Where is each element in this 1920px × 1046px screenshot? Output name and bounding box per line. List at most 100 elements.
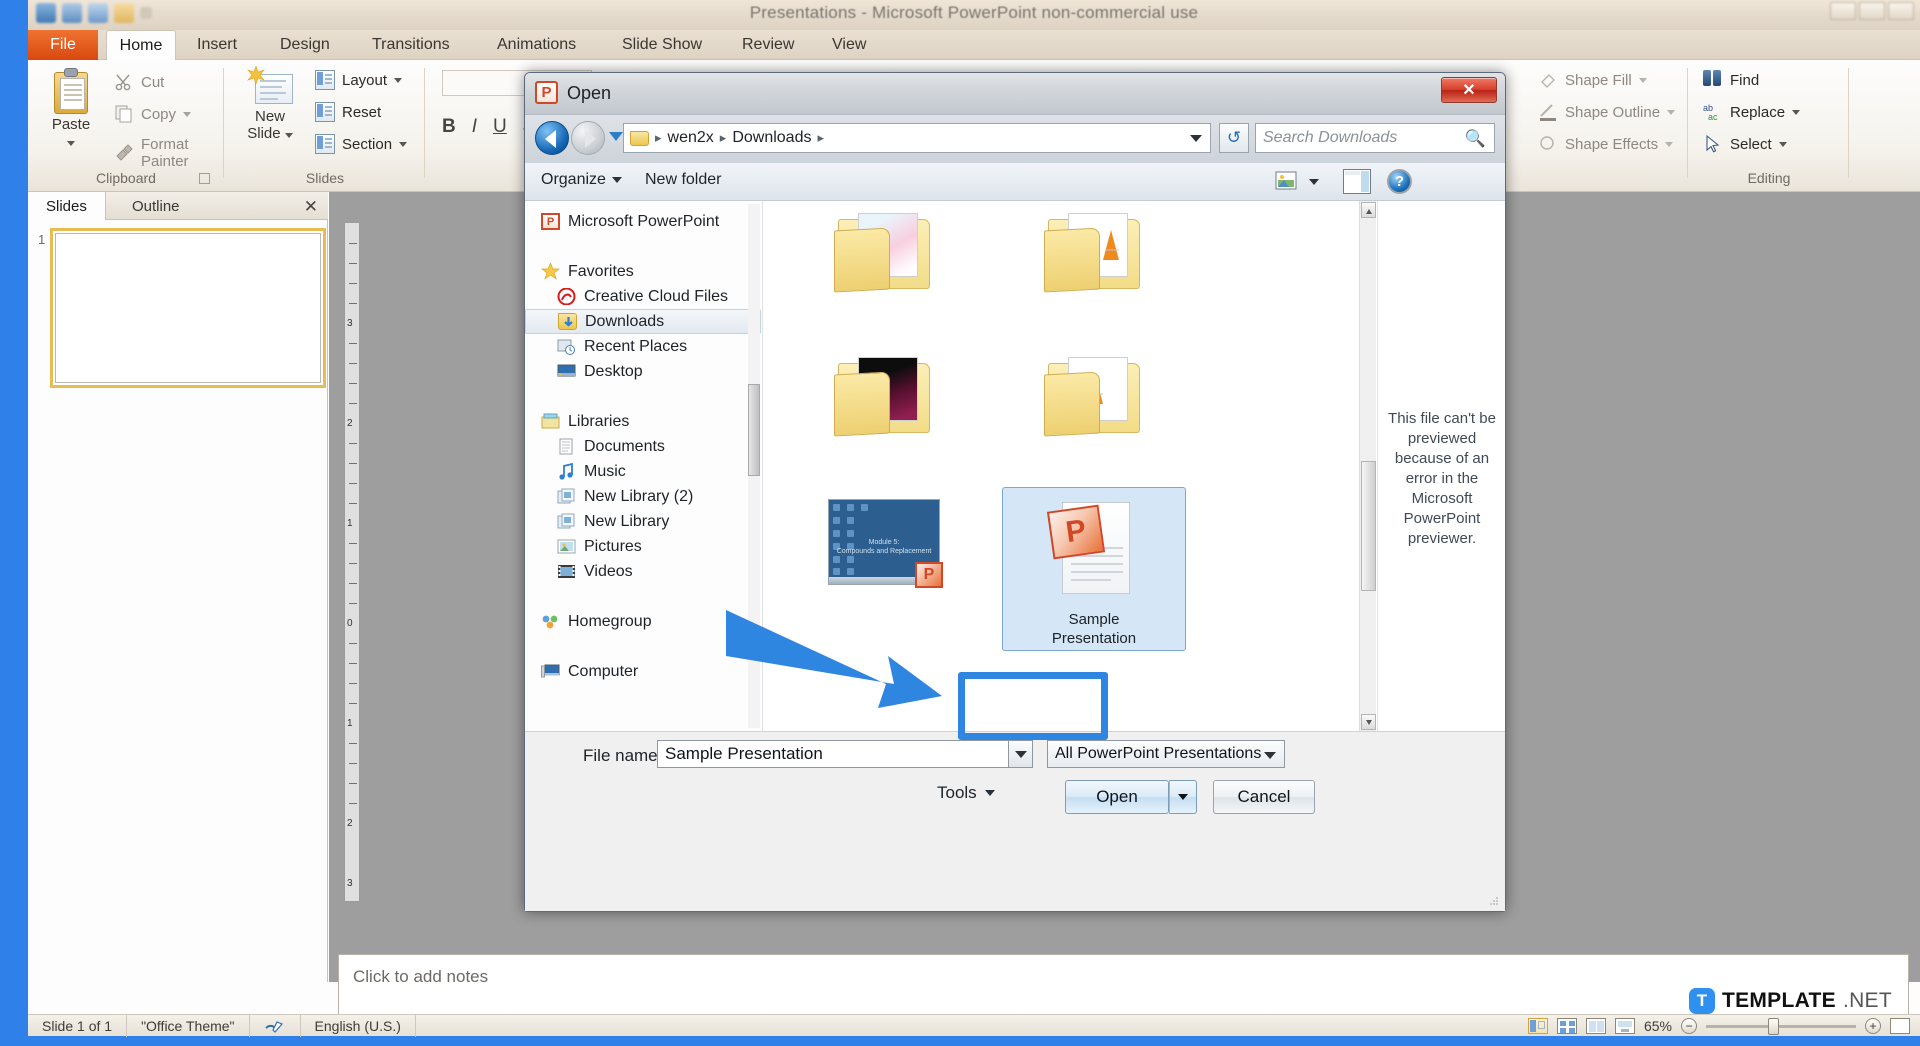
- copy-button[interactable]: Copy: [114, 104, 192, 124]
- shape-effects-chevron-down-icon[interactable]: [1665, 141, 1674, 147]
- close-window-button[interactable]: [1888, 2, 1914, 20]
- clipboard-dialog-launcher-icon[interactable]: [199, 173, 210, 184]
- view-slideshow-icon[interactable]: [1614, 1018, 1635, 1034]
- zoom-in-button[interactable]: +: [1865, 1018, 1881, 1034]
- find-button[interactable]: Find: [1703, 70, 1800, 90]
- organize-chevron-down-icon[interactable]: [611, 177, 622, 183]
- view-options-icon[interactable]: [1273, 169, 1301, 194]
- layout-button[interactable]: Layout: [315, 70, 403, 90]
- nav-item-creative-cloud-files[interactable]: Creative Cloud Files: [525, 284, 763, 309]
- back-button[interactable]: [535, 121, 569, 155]
- shape-effects-button[interactable]: Shape Effects: [1538, 134, 1675, 154]
- resize-grip-icon[interactable]: [1488, 895, 1500, 907]
- new-slide-button[interactable]: New Slide: [237, 66, 303, 142]
- list-item[interactable]: Module 5: Compounds and Replacement P: [792, 493, 976, 589]
- scroll-up-arrow-icon[interactable]: [1361, 202, 1376, 218]
- nav-item-desktop[interactable]: Desktop: [525, 359, 763, 384]
- list-item[interactable]: [1002, 205, 1186, 331]
- bold-button[interactable]: B: [442, 116, 456, 138]
- nav-item-libraries[interactable]: Libraries: [525, 409, 763, 434]
- fit-slide-to-window-icon[interactable]: [1890, 1018, 1910, 1034]
- nav-item-microsoft-powerpoint[interactable]: P Microsoft PowerPoint: [525, 209, 763, 234]
- close-icon[interactable]: ✕: [1441, 77, 1497, 103]
- cut-button[interactable]: Cut: [114, 72, 164, 92]
- tab-design[interactable]: Design: [266, 30, 344, 60]
- zoom-percentage[interactable]: 65%: [1644, 1018, 1672, 1034]
- file-name-input[interactable]: Sample Presentation: [657, 740, 1009, 768]
- nav-item-new-library[interactable]: New Library: [525, 509, 763, 534]
- open-split-chevron-down-icon[interactable]: [1169, 780, 1197, 814]
- list-item[interactable]: [1002, 349, 1186, 475]
- copy-chevron-down-icon[interactable]: [183, 111, 192, 117]
- list-item[interactable]: [792, 205, 976, 331]
- maximize-button[interactable]: [1859, 2, 1885, 20]
- paste-button[interactable]: Paste: [40, 68, 102, 151]
- view-reading-icon[interactable]: [1585, 1018, 1606, 1034]
- view-normal-icon[interactable]: [1527, 1018, 1548, 1034]
- forward-button[interactable]: [571, 121, 605, 155]
- open-button[interactable]: Open: [1065, 780, 1169, 814]
- nav-item-music[interactable]: Music: [525, 459, 763, 484]
- tab-file[interactable]: File: [28, 30, 98, 60]
- preview-pane-icon[interactable]: [1343, 169, 1371, 194]
- tab-transitions[interactable]: Transitions: [358, 30, 464, 60]
- shape-outline-button[interactable]: Shape Outline: [1538, 102, 1676, 122]
- tab-slides[interactable]: Slides: [28, 192, 106, 220]
- tab-insert[interactable]: Insert: [183, 30, 251, 60]
- new-slide-chevron-down-icon[interactable]: [284, 133, 293, 138]
- help-icon[interactable]: ?: [1387, 169, 1412, 194]
- file-type-select[interactable]: All PowerPoint Presentations: [1047, 740, 1285, 768]
- zoom-slider[interactable]: [1706, 1017, 1856, 1035]
- tools-button[interactable]: Tools: [937, 783, 995, 803]
- search-input[interactable]: Search Downloads: [1256, 129, 1397, 147]
- nav-item-videos[interactable]: Videos: [525, 559, 763, 584]
- tab-home[interactable]: Home: [106, 30, 176, 60]
- address-chevron-down-icon[interactable]: [1190, 135, 1202, 142]
- recent-locations-chevron-down-icon[interactable]: [609, 132, 623, 141]
- nav-item-recent-places[interactable]: Recent Places: [525, 334, 763, 359]
- reset-button[interactable]: Reset: [315, 102, 381, 122]
- section-button[interactable]: Section: [315, 134, 408, 154]
- format-painter-button[interactable]: Format Painter: [114, 136, 224, 170]
- organize-button[interactable]: Organize: [541, 171, 622, 189]
- file-list-scroll-thumb[interactable]: [1361, 461, 1376, 591]
- replace-button[interactable]: ab ac Replace: [1703, 102, 1801, 122]
- window-controls[interactable]: [1830, 2, 1914, 20]
- cancel-button[interactable]: Cancel: [1213, 780, 1315, 814]
- slide-thumbnail-1[interactable]: [50, 228, 326, 388]
- minimize-button[interactable]: [1830, 2, 1856, 20]
- navpane-scroll-thumb[interactable]: [748, 384, 760, 476]
- shape-fill-button[interactable]: Shape Fill: [1538, 70, 1675, 90]
- tab-slide-show[interactable]: Slide Show: [608, 30, 716, 60]
- tab-review[interactable]: Review: [728, 30, 808, 60]
- select-chevron-down-icon[interactable]: [1778, 141, 1787, 147]
- breadcrumb-wen2x[interactable]: wen2x: [668, 129, 714, 147]
- tab-view[interactable]: View: [818, 30, 880, 60]
- breadcrumb-downloads[interactable]: Downloads: [732, 129, 811, 147]
- zoom-out-button[interactable]: −: [1681, 1018, 1697, 1034]
- replace-chevron-down-icon[interactable]: [1792, 109, 1801, 115]
- nav-item-documents[interactable]: Documents: [525, 434, 763, 459]
- nav-item-pictures[interactable]: Pictures: [525, 534, 763, 559]
- view-slide-sorter-icon[interactable]: [1556, 1018, 1577, 1034]
- list-item[interactable]: P Sample Presentation: [1002, 487, 1186, 651]
- shape-outline-chevron-down-icon[interactable]: [1667, 109, 1676, 115]
- italic-button[interactable]: I: [472, 116, 477, 138]
- nav-item-downloads[interactable]: Downloads: [525, 309, 761, 334]
- scroll-down-arrow-icon[interactable]: [1361, 714, 1376, 730]
- file-name-chevron-down-icon[interactable]: [1009, 740, 1033, 768]
- view-options-chevron-down-icon[interactable]: [1309, 179, 1319, 185]
- nav-item-new-library-2[interactable]: New Library (2): [525, 484, 763, 509]
- section-chevron-down-icon[interactable]: [399, 141, 408, 147]
- spellcheck-icon[interactable]: [250, 1014, 301, 1037]
- select-button[interactable]: Select: [1703, 134, 1800, 154]
- file-list-scrollbar[interactable]: [1359, 201, 1376, 731]
- address-bar[interactable]: ▸ wen2x ▸ Downloads ▸: [623, 123, 1211, 153]
- tab-outline[interactable]: Outline: [114, 192, 198, 220]
- shape-fill-chevron-down-icon[interactable]: [1638, 77, 1647, 83]
- close-icon[interactable]: ✕: [304, 197, 318, 217]
- tab-animations[interactable]: Animations: [483, 30, 590, 60]
- refresh-button[interactable]: ↺: [1219, 123, 1249, 153]
- search-box[interactable]: Search Downloads 🔍: [1255, 123, 1495, 153]
- new-folder-button[interactable]: New folder: [645, 171, 721, 189]
